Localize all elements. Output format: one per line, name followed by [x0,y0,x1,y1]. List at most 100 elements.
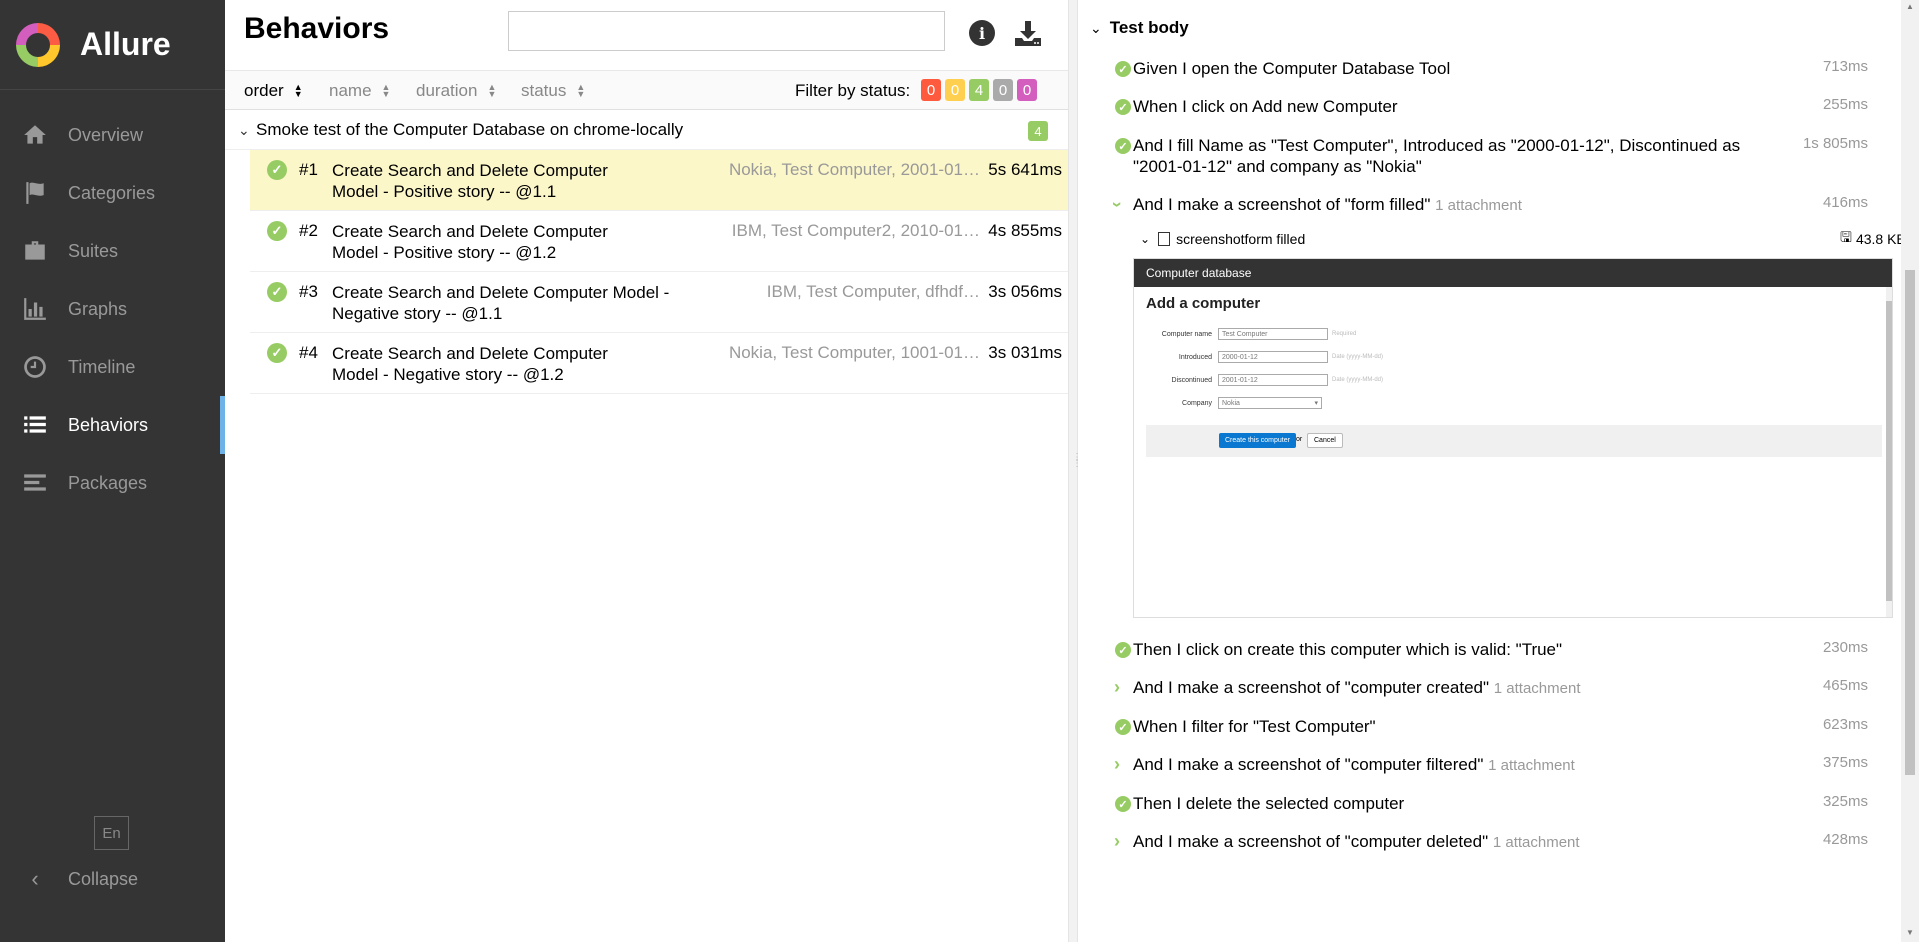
step-text: And I make a screenshot of "computer cre… [1133,677,1773,699]
chevron-down-icon: › [1107,201,1128,208]
sort-name[interactable]: name ▲ ▼ [329,81,390,101]
test-case-params: IBM, Test Computer, dfhdf… [766,282,980,301]
sidebar-item-label: Graphs [68,298,128,319]
test-case-number: #2 [299,221,318,240]
sidebar-item-timeline[interactable]: Timeline [0,338,225,396]
test-case-duration: 4s 855ms [988,221,1062,240]
attachment-size-value: 43.8 KB [1855,231,1906,247]
select-arrow-icon: ▾ [1314,400,1318,407]
status-badge-failed[interactable]: 0 [921,79,941,101]
scroll-up-icon[interactable]: ▲ [1906,2,1914,11]
test-case-name: Create Search and Delete Computer Model … [332,222,608,262]
language-selector[interactable]: En [94,816,129,850]
field-label: Company [1182,399,1212,407]
passed-icon: ✓ [1115,138,1131,154]
info-icon[interactable]: i [969,20,995,46]
chevron-right-icon: › [1114,677,1120,697]
test-case-name: Create Search and Delete Computer Model … [332,283,670,323]
home-icon [22,122,48,148]
sidebar-item-overview[interactable]: Overview [0,106,225,164]
screenshot-create-button: Create this computer [1219,433,1296,448]
chevron-left-icon: ‹ [31,866,39,891]
sort-duration[interactable]: duration ▲ ▼ [416,81,496,101]
field-value: Test Computer [1218,328,1328,340]
screenshot-title: Add a computer [1146,295,1261,312]
test-body-header[interactable]: ⌄ Test body [1090,18,1189,38]
scrollbar-thumb[interactable] [1905,270,1915,775]
step-duration: 623ms [1822,716,1868,733]
attachment-count: 1 attachment [1488,757,1575,774]
chevron-down-icon: ⌄ [238,122,250,138]
app-name: Allure [80,26,171,62]
field-select: Nokia ▾ [1218,397,1322,409]
test-details-pane: ⌄ Test body ✓ Given I open the Computer … [1078,0,1906,942]
sidebar-nav: Overview Categories Suites Graphs Timeli… [0,106,225,512]
brand[interactable]: Allure [0,0,225,90]
sidebar-item-label: Overview [68,124,144,145]
passed-icon: ✓ [267,282,287,302]
test-case-row[interactable]: ✓ #1 Create Search and Delete Computer M… [250,150,1068,211]
step-text: Given I open the Computer Database Tool [1133,59,1451,78]
sidebar-item-suites[interactable]: Suites [0,222,225,280]
step-duration: 255ms [1822,96,1868,113]
screenshot-field: Computer name Test Computer Required [1146,327,1356,341]
sidebar-item-packages[interactable]: Packages [0,454,225,512]
sidebar-item-behaviors[interactable]: Behaviors [0,396,225,454]
sort-bar: order ▲ ▼ name ▲ ▼ duration ▲ ▼ status ▲ ▼ F… [225,71,1068,110]
search-input[interactable] [508,11,945,51]
passed-icon: ✓ [267,343,287,363]
attachment-count: 1 attachment [1492,834,1580,851]
bar-chart-icon [22,296,48,322]
attachment-count: 1 attachment [1435,197,1522,214]
collapse-button[interactable]: ‹ Collapse [22,864,138,894]
step-label: And I make a screenshot of "computer fil… [1133,755,1484,774]
test-case-row[interactable]: ✓ #4 Create Search and Delete Computer M… [250,333,1068,394]
test-case-name: Create Search and Delete Computer Model … [332,161,608,201]
sort-arrows-icon: ▲ ▼ [576,82,586,99]
step-text: When I filter for "Test Computer" [1133,717,1376,736]
sidebar-item-graphs[interactable]: Graphs [0,280,225,338]
screenshot-field: Company Nokia ▾ [1146,396,1322,410]
sort-label: name [329,81,372,100]
save-icon: 🖫 [1840,229,1852,245]
sidebar-item-categories[interactable]: Categories [0,164,225,222]
screenshot-scrollbar[interactable] [1886,287,1892,617]
passed-icon: ✓ [1115,796,1131,812]
sort-arrows-icon: ▲ ▼ [487,82,497,99]
status-badge-broken[interactable]: 0 [945,79,965,101]
sidebar: Allure Overview Categories Suites Graphs… [0,0,225,942]
feature-group[interactable]: ⌄ Smoke test of the Computer Database on… [225,110,1068,150]
page-scrollbar[interactable]: ▲ ▼ [1901,0,1919,942]
group-count-badge: 4 [1028,121,1048,141]
test-case-duration: 5s 641ms [988,160,1062,179]
scroll-down-icon[interactable]: ▼ [1906,928,1914,937]
passed-icon: ✓ [267,221,287,241]
sort-order[interactable]: order ▲ ▼ [244,81,303,101]
test-case-row[interactable]: ✓ #2 Create Search and Delete Computer M… [250,211,1068,272]
sort-status[interactable]: status ▲ ▼ [521,81,585,101]
pane-splitter[interactable]: ⋮ ⋮ [1068,0,1082,942]
pane-header: Behaviors i [225,0,1068,71]
chevron-right-icon: › [1114,831,1120,851]
test-case-name: Create Search and Delete Computer Model … [332,344,608,384]
collapse-label: Collapse [68,868,139,889]
status-badge-passed[interactable]: 4 [969,79,989,101]
step-duration: 465ms [1822,677,1868,694]
step-text: And I make a screenshot of "form filled"… [1133,194,1773,216]
step-duration: 713ms [1822,58,1868,75]
attachment-row[interactable]: ⌄ screenshotform filled 🖫43.8 KB ⤢ [1140,228,1919,250]
clock-icon [22,354,48,380]
status-badge-unknown[interactable]: 0 [1017,79,1037,101]
image-file-icon [1158,232,1171,246]
scrollbar-thumb[interactable] [1886,301,1892,601]
download-icon[interactable] [1013,18,1043,48]
step-label: And I make a screenshot of "form filled" [1133,195,1431,214]
status-badge-skipped[interactable]: 0 [993,79,1013,101]
test-case-number: #3 [299,282,318,301]
step-duration: 325ms [1822,793,1868,810]
attachment-size: 🖫 43.8 KB [1840,227,1906,251]
test-case-duration: 3s 056ms [988,282,1062,301]
attachment-name: screenshotform filled [1176,231,1306,247]
test-case-row[interactable]: ✓ #3 Create Search and Delete Computer M… [250,272,1068,333]
screenshot-actions: Create this computer or Cancel [1146,425,1882,457]
